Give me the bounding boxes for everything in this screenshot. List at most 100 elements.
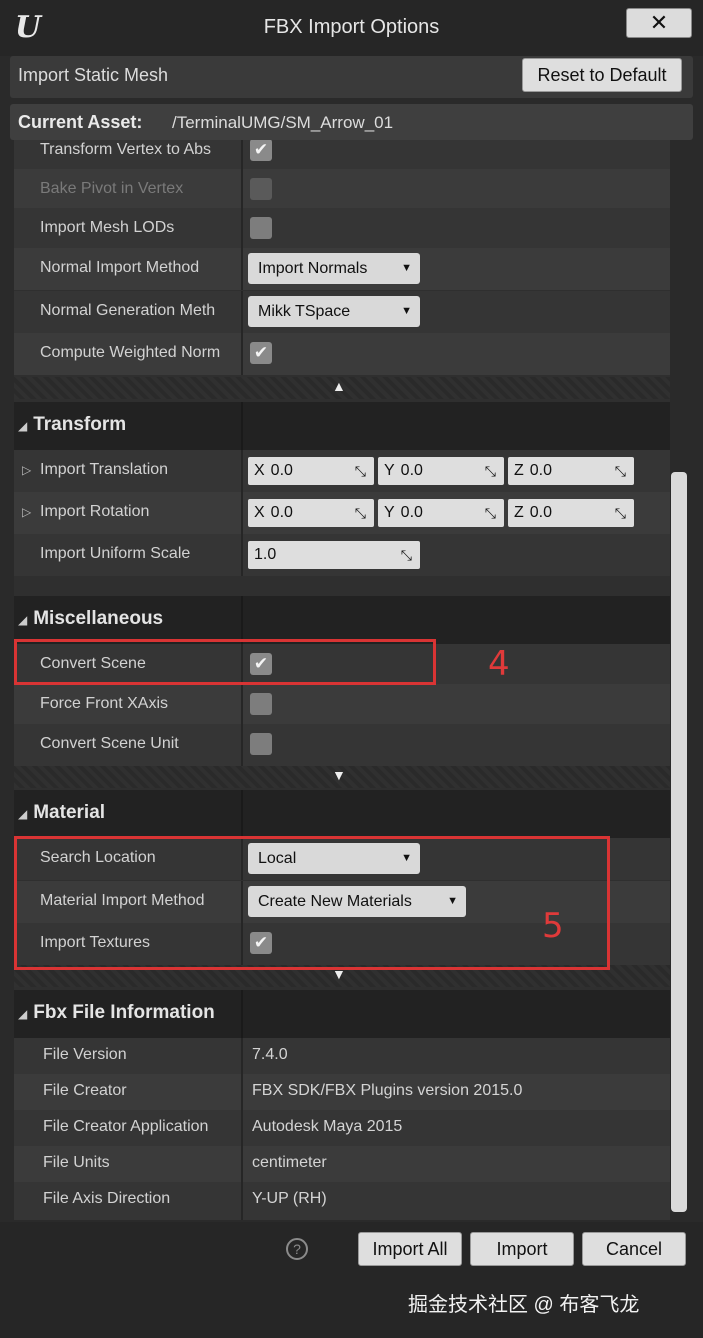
row-file-creator-application: File Creator Application Autodesk Maya 2… (14, 1110, 670, 1146)
section-fbx-file-information[interactable]: ◢ Fbx File Information (14, 990, 670, 1038)
expand-triangle-icon[interactable]: ▷ (22, 505, 31, 519)
normal-generation-method-label: Normal Generation Meth (40, 302, 216, 319)
expand-down-icon: ▼ (332, 767, 346, 783)
file-creator-value: FBX SDK/FBX Plugins version 2015.0 (252, 1082, 523, 1099)
annotation-box-5 (14, 836, 610, 970)
section-transform-title: ◢ Transform (18, 414, 127, 435)
annotation-box-4 (14, 639, 436, 685)
mesh-advanced-collapse-bar[interactable]: ▲ (14, 377, 670, 399)
convert-scene-unit-checkbox[interactable] (250, 733, 272, 755)
file-creator-application-label: File Creator Application (43, 1118, 209, 1135)
row-import-translation: ▷ Import Translation X 0.0 ⤡ Y 0.0 ⤡ Z 0.0 ⤡ (14, 450, 670, 492)
drag-handle-icon[interactable]: ⤡ (401, 541, 412, 569)
normal-import-method-dropdown[interactable]: Import Normals ▼ (248, 253, 420, 284)
title-bar: U FBX Import Options ✕ (0, 0, 703, 56)
section-fbx-file-information-title: ◢ Fbx File Information (18, 1002, 215, 1023)
row-force-front-xaxis: Force Front XAxis (14, 684, 670, 726)
section-miscellaneous[interactable]: ◢ Miscellaneous (14, 596, 670, 644)
file-axis-direction-label: File Axis Direction (43, 1190, 171, 1207)
rotation-z-field[interactable]: Z 0.0 ⤡ (508, 499, 634, 527)
reset-to-default-button[interactable]: Reset to Default (522, 58, 682, 92)
file-units-label: File Units (43, 1154, 110, 1171)
file-units-value: centimeter (252, 1154, 327, 1171)
bake-pivot-label: Bake Pivot in Vertex (40, 180, 184, 197)
transform-vertex-checkbox[interactable]: ✔ (250, 140, 272, 161)
chevron-down-icon: ▼ (401, 305, 412, 317)
import-mode-row: Import Static Mesh Reset to Default (10, 56, 693, 98)
row-import-uniform-scale: Import Uniform Scale 1.0 ⤡ (14, 534, 670, 576)
compute-weighted-normals-label: Compute Weighted Norm (40, 344, 221, 361)
drag-handle-icon[interactable]: ⤡ (485, 499, 496, 527)
row-transform-vertex: Transform Vertex to Abs ✔ (14, 140, 670, 172)
section-expanded-icon: ◢ (18, 807, 28, 821)
file-version-label: File Version (43, 1046, 127, 1063)
section-transform[interactable]: ◢ Transform (14, 402, 670, 450)
file-version-value: 7.4.0 (252, 1046, 288, 1063)
section-material[interactable]: ◢ Material (14, 790, 670, 838)
translation-x-field[interactable]: X 0.0 ⤡ (248, 457, 374, 485)
import-all-button[interactable]: Import All (358, 1232, 462, 1266)
misc-advanced-expand-bar[interactable]: ▼ (14, 766, 670, 788)
row-convert-scene-unit: Convert Scene Unit (14, 724, 670, 766)
normal-generation-method-dropdown[interactable]: Mikk TSpace ▼ (248, 296, 420, 327)
chevron-down-icon: ▼ (401, 262, 412, 274)
rotation-x-field[interactable]: X 0.0 ⤡ (248, 499, 374, 527)
drag-handle-icon[interactable]: ⤡ (355, 457, 366, 485)
file-creator-application-value: Autodesk Maya 2015 (252, 1118, 403, 1135)
row-import-rotation: ▷ Import Rotation X 0.0 ⤡ Y 0.0 ⤡ Z 0.0 ⤡ (14, 492, 670, 534)
watermark-text: 掘金技术社区 @ 布客飞龙 (408, 1294, 640, 1316)
drag-handle-icon[interactable]: ⤡ (615, 499, 626, 527)
file-creator-label: File Creator (43, 1082, 127, 1099)
drag-handle-icon[interactable]: ⤡ (615, 457, 626, 485)
section-miscellaneous-title: ◢ Miscellaneous (18, 608, 164, 629)
window-title: FBX Import Options (263, 16, 440, 38)
compute-weighted-normals-checkbox[interactable]: ✔ (250, 342, 272, 364)
file-axis-direction-value: Y-UP (RH) (252, 1190, 327, 1207)
row-file-version: File Version 7.4.0 (14, 1038, 670, 1074)
help-icon[interactable]: ? (286, 1238, 308, 1260)
bake-pivot-checkbox (250, 178, 272, 200)
annotation-number-5: 5 (542, 906, 564, 946)
convert-scene-unit-label: Convert Scene Unit (40, 735, 179, 752)
section-expanded-icon: ◢ (18, 613, 28, 627)
drag-handle-icon[interactable]: ⤡ (355, 499, 366, 527)
import-mode-label: Import Static Mesh (18, 65, 169, 85)
section-material-title: ◢ Material (18, 802, 106, 823)
current-asset-label: Current Asset: (18, 112, 143, 132)
expand-triangle-icon[interactable]: ▷ (22, 463, 31, 477)
force-front-xaxis-label: Force Front XAxis (40, 695, 169, 712)
row-file-axis-direction: File Axis Direction Y-UP (RH) (14, 1182, 670, 1220)
import-button[interactable]: Import (470, 1232, 574, 1266)
row-normal-import-method: Normal Import Method Import Normals ▼ (14, 248, 670, 290)
translation-z-field[interactable]: Z 0.0 ⤡ (508, 457, 634, 485)
import-mesh-lods-checkbox[interactable] (250, 217, 272, 239)
translation-y-field[interactable]: Y 0.0 ⤡ (378, 457, 504, 485)
force-front-xaxis-checkbox[interactable] (250, 693, 272, 715)
section-expanded-icon: ◢ (18, 1007, 28, 1021)
rotation-y-field[interactable]: Y 0.0 ⤡ (378, 499, 504, 527)
cancel-button[interactable]: Cancel (582, 1232, 686, 1266)
normal-generation-method-value: Mikk TSpace (258, 303, 351, 320)
scrollbar-thumb[interactable] (671, 472, 687, 1212)
import-translation-label: Import Translation (40, 461, 169, 478)
normal-import-method-value: Import Normals (258, 260, 368, 277)
uniform-scale-field[interactable]: 1.0 ⤡ (248, 541, 420, 569)
row-file-units: File Units centimeter (14, 1146, 670, 1182)
collapse-up-icon: ▲ (332, 378, 346, 394)
transform-vertex-label: Transform Vertex to Abs (40, 141, 212, 158)
row-file-creator: File Creator FBX SDK/FBX Plugins version… (14, 1074, 670, 1110)
normal-import-method-label: Normal Import Method (40, 259, 200, 276)
annotation-number-4: 4 (488, 644, 510, 684)
row-compute-weighted-normals: Compute Weighted Norm ✔ (14, 333, 670, 375)
section-expanded-icon: ◢ (18, 419, 28, 433)
import-rotation-label: Import Rotation (40, 503, 150, 520)
row-bake-pivot: Bake Pivot in Vertex (14, 169, 670, 211)
current-asset-row: Current Asset: /TerminalUMG/SM_Arrow_01 (10, 104, 693, 140)
current-asset-path: /TerminalUMG/SM_Arrow_01 (172, 113, 394, 132)
drag-handle-icon[interactable]: ⤡ (485, 457, 496, 485)
import-uniform-scale-label: Import Uniform Scale (40, 545, 191, 562)
row-import-mesh-lods: Import Mesh LODs (14, 208, 670, 250)
import-mesh-lods-label: Import Mesh LODs (40, 219, 175, 236)
close-button[interactable]: ✕ (626, 8, 692, 38)
row-normal-generation-method: Normal Generation Meth Mikk TSpace ▼ (14, 291, 670, 333)
